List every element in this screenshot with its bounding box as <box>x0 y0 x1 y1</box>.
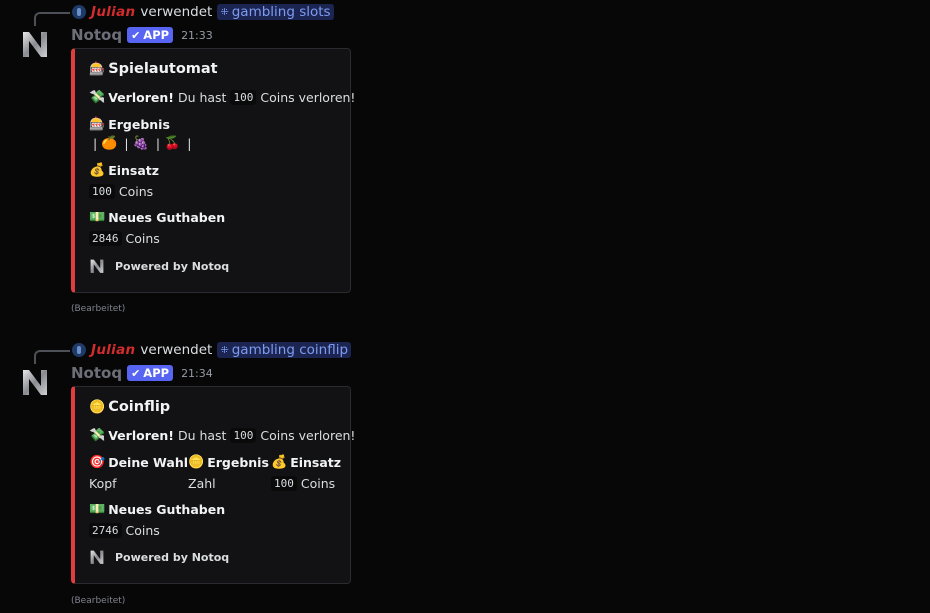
timestamp[interactable]: 21:34 <box>181 367 213 380</box>
command-name: gambling slots <box>231 4 331 20</box>
embed-footer: Powered by Notoq <box>89 549 229 565</box>
field-name-ergebnis: 🪙 Ergebnis <box>188 455 269 470</box>
message-header: Notoq ✔ APP 21:34 <box>71 363 213 383</box>
dollar-banknote-icon: 💵 <box>89 210 106 225</box>
checkmark-icon: ✔ <box>131 28 141 42</box>
slash-command[interactable]: ⁜ gambling coinflip <box>217 342 352 358</box>
field-name-einsatz: 💰 Einsatz <box>271 455 342 470</box>
amount-code: 100 <box>230 428 257 443</box>
embed-slots: 🎰 Spielautomat 💸 Verloren! Du hast 100 C… <box>71 48 355 293</box>
reply-connector <box>34 12 70 26</box>
slot-result-row: | 🍊 | 🍇 | 🍒 | <box>93 136 192 151</box>
slot-machine-icon: 🎰 <box>89 61 106 77</box>
reply-username[interactable]: Julian <box>91 342 135 358</box>
user-avatar-icon[interactable] <box>72 5 86 19</box>
slash-command-icon: ⁜ <box>220 344 229 356</box>
reply-connector <box>34 350 70 364</box>
target-icon: 🎯 <box>89 455 106 470</box>
reply-verb: verwendet <box>140 342 213 358</box>
money-bag-icon: 💰 <box>271 455 288 470</box>
embed-title: 🎰 Spielautomat <box>89 61 218 77</box>
notoq-footer-icon <box>90 550 104 564</box>
slash-command-icon: ⁜ <box>220 6 229 18</box>
field-name-guthaben: 💵 Neues Guthaben <box>89 210 226 225</box>
coin-icon: 🪙 <box>89 399 106 415</box>
dollar-banknote-icon: 💵 <box>89 502 106 517</box>
field-value-wahl: Kopf <box>89 476 117 491</box>
command-name: gambling coinflip <box>231 342 349 358</box>
money-wings-icon: 💸 <box>89 90 106 105</box>
field-value-guthaben: 2846 Coins <box>89 231 160 246</box>
field-name-guthaben: 💵 Neues Guthaben <box>89 502 226 517</box>
message-header: Notoq ✔ APP 21:33 <box>71 25 213 45</box>
money-wings-icon: 💸 <box>89 428 106 443</box>
embed-description: 💸 Verloren! Du hast 100 Coins verloren! <box>89 90 356 105</box>
reply-preview[interactable]: Julian verwendet ⁜ gambling slots <box>72 3 334 21</box>
author-name[interactable]: Notoq <box>71 26 122 44</box>
embed-coinflip: 🪙 Coinflip 💸 Verloren! Du hast 100 Coins… <box>71 386 355 584</box>
app-badge: ✔ APP <box>127 27 174 43</box>
checkmark-icon: ✔ <box>131 366 141 380</box>
embed-description: 💸 Verloren! Du hast 100 Coins verloren! <box>89 428 356 443</box>
slot-machine-icon: 🎰 <box>89 117 106 132</box>
timestamp[interactable]: 21:33 <box>181 29 213 42</box>
embed-title: 🪙 Coinflip <box>89 399 171 415</box>
embed-footer: Powered by Notoq <box>89 258 229 274</box>
field-value-ergebnis: Zahl <box>188 476 216 491</box>
slash-command[interactable]: ⁜ gambling slots <box>217 4 334 20</box>
money-bag-icon: 💰 <box>89 163 106 178</box>
reply-username[interactable]: Julian <box>91 4 135 20</box>
user-avatar-icon[interactable] <box>72 343 86 357</box>
notoq-footer-icon <box>90 259 104 273</box>
notoq-avatar-icon[interactable] <box>20 29 50 59</box>
field-value-einsatz: 100 Coins <box>89 184 153 199</box>
author-name[interactable]: Notoq <box>71 364 122 382</box>
field-name-ergebnis: 🎰 Ergebnis <box>89 117 170 132</box>
reply-verb: verwendet <box>140 4 213 20</box>
orange-icon: 🍊 <box>101 136 118 151</box>
notoq-avatar-icon[interactable] <box>20 367 50 397</box>
grapes-icon: 🍇 <box>132 136 149 151</box>
field-value-guthaben: 2746 Coins <box>89 523 160 538</box>
field-name-einsatz: 💰 Einsatz <box>89 163 160 178</box>
edited-label: (Bearbeitet) <box>71 596 126 606</box>
edited-label: (Bearbeitet) <box>71 304 126 314</box>
field-name-wahl: 🎯 Deine Wahl <box>89 455 189 470</box>
cherries-icon: 🍒 <box>164 136 181 151</box>
app-badge: ✔ APP <box>127 365 174 381</box>
reply-preview[interactable]: Julian verwendet ⁜ gambling coinflip <box>72 341 352 359</box>
amount-code: 100 <box>230 90 257 105</box>
field-value-einsatz: 100 Coins <box>271 476 335 491</box>
coin-icon: 🪙 <box>188 455 205 470</box>
